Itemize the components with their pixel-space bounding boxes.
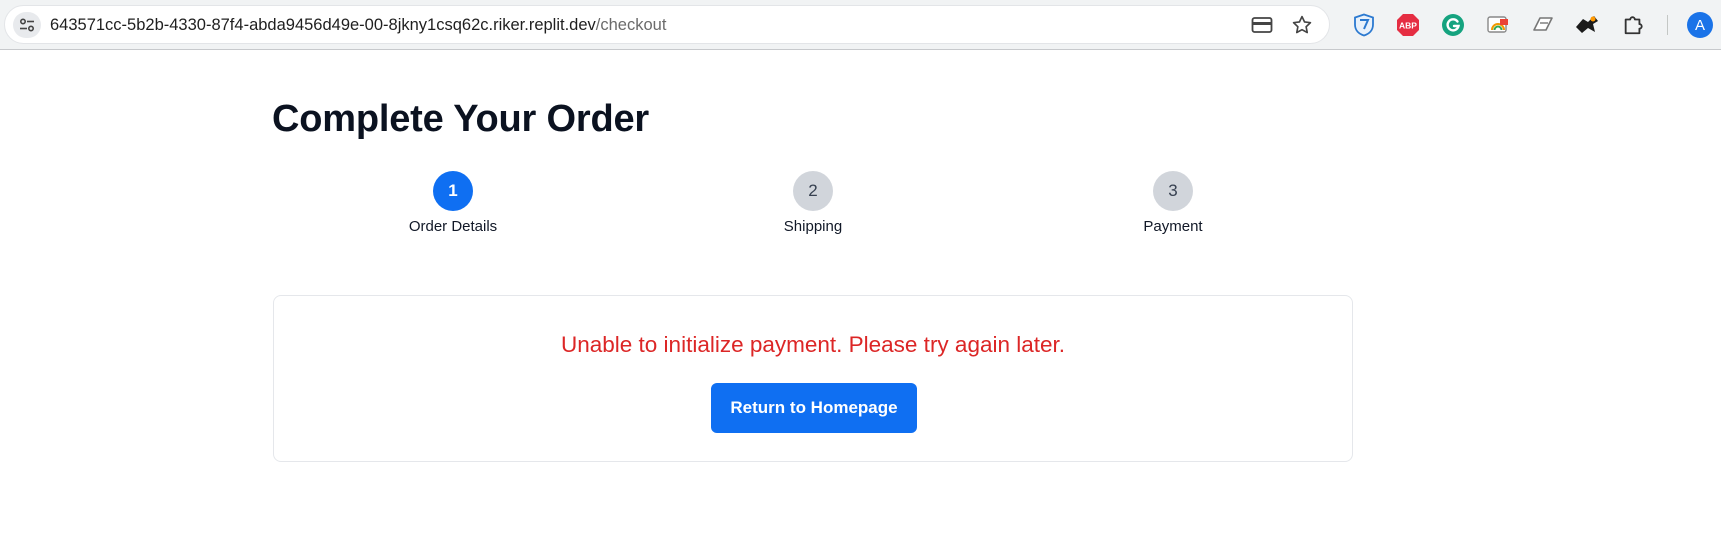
step-number: 3 (1153, 171, 1193, 211)
url-path: /checkout (595, 16, 667, 34)
page-title: Complete Your Order (272, 98, 649, 140)
payment-card: Unable to initialize payment. Please try… (273, 295, 1353, 462)
url-host: 643571cc-5b2b-4330-87f4-abda9456d49e-00-… (50, 16, 596, 34)
error-message: Unable to initialize payment. Please try… (560, 332, 1066, 357)
star-icon[interactable] (1290, 14, 1314, 36)
toolbar-divider (1667, 15, 1668, 35)
abp-label: ABP (1399, 21, 1417, 31)
shield-ext-icon[interactable] (1351, 12, 1377, 38)
address-bar[interactable]: 643571cc-5b2b-4330-87f4-abda9456d49e-00-… (4, 5, 1330, 44)
step-number: 2 (793, 171, 833, 211)
step-label: Order Details (408, 218, 498, 235)
bird-ext-icon[interactable] (1574, 12, 1600, 38)
step-number: 1 (433, 171, 473, 211)
profile-avatar[interactable]: A (1687, 12, 1713, 38)
step-label: Payment (1143, 218, 1203, 235)
puzzle-icon[interactable] (1620, 12, 1646, 38)
abp-ext-icon[interactable]: ABP (1395, 12, 1421, 38)
tune-icon[interactable] (13, 12, 41, 38)
return-home-button[interactable]: Return to Homepage (711, 383, 917, 433)
browser-toolbar: 643571cc-5b2b-4330-87f4-abda9456d49e-00-… (0, 0, 1721, 50)
card-icon[interactable] (1250, 14, 1274, 36)
step-shipping: 2 Shipping (713, 171, 913, 235)
step-label: Shipping (783, 218, 843, 235)
step-payment: 3 Payment (1073, 171, 1273, 235)
step-order-details: 1 Order Details (353, 171, 553, 235)
rainbow-ext-icon[interactable] (1485, 12, 1511, 38)
url-text[interactable]: 643571cc-5b2b-4330-87f4-abda9456d49e-00-… (50, 16, 666, 34)
window-ext-icon[interactable] (1530, 12, 1556, 38)
grammarly-ext-icon[interactable] (1440, 12, 1466, 38)
